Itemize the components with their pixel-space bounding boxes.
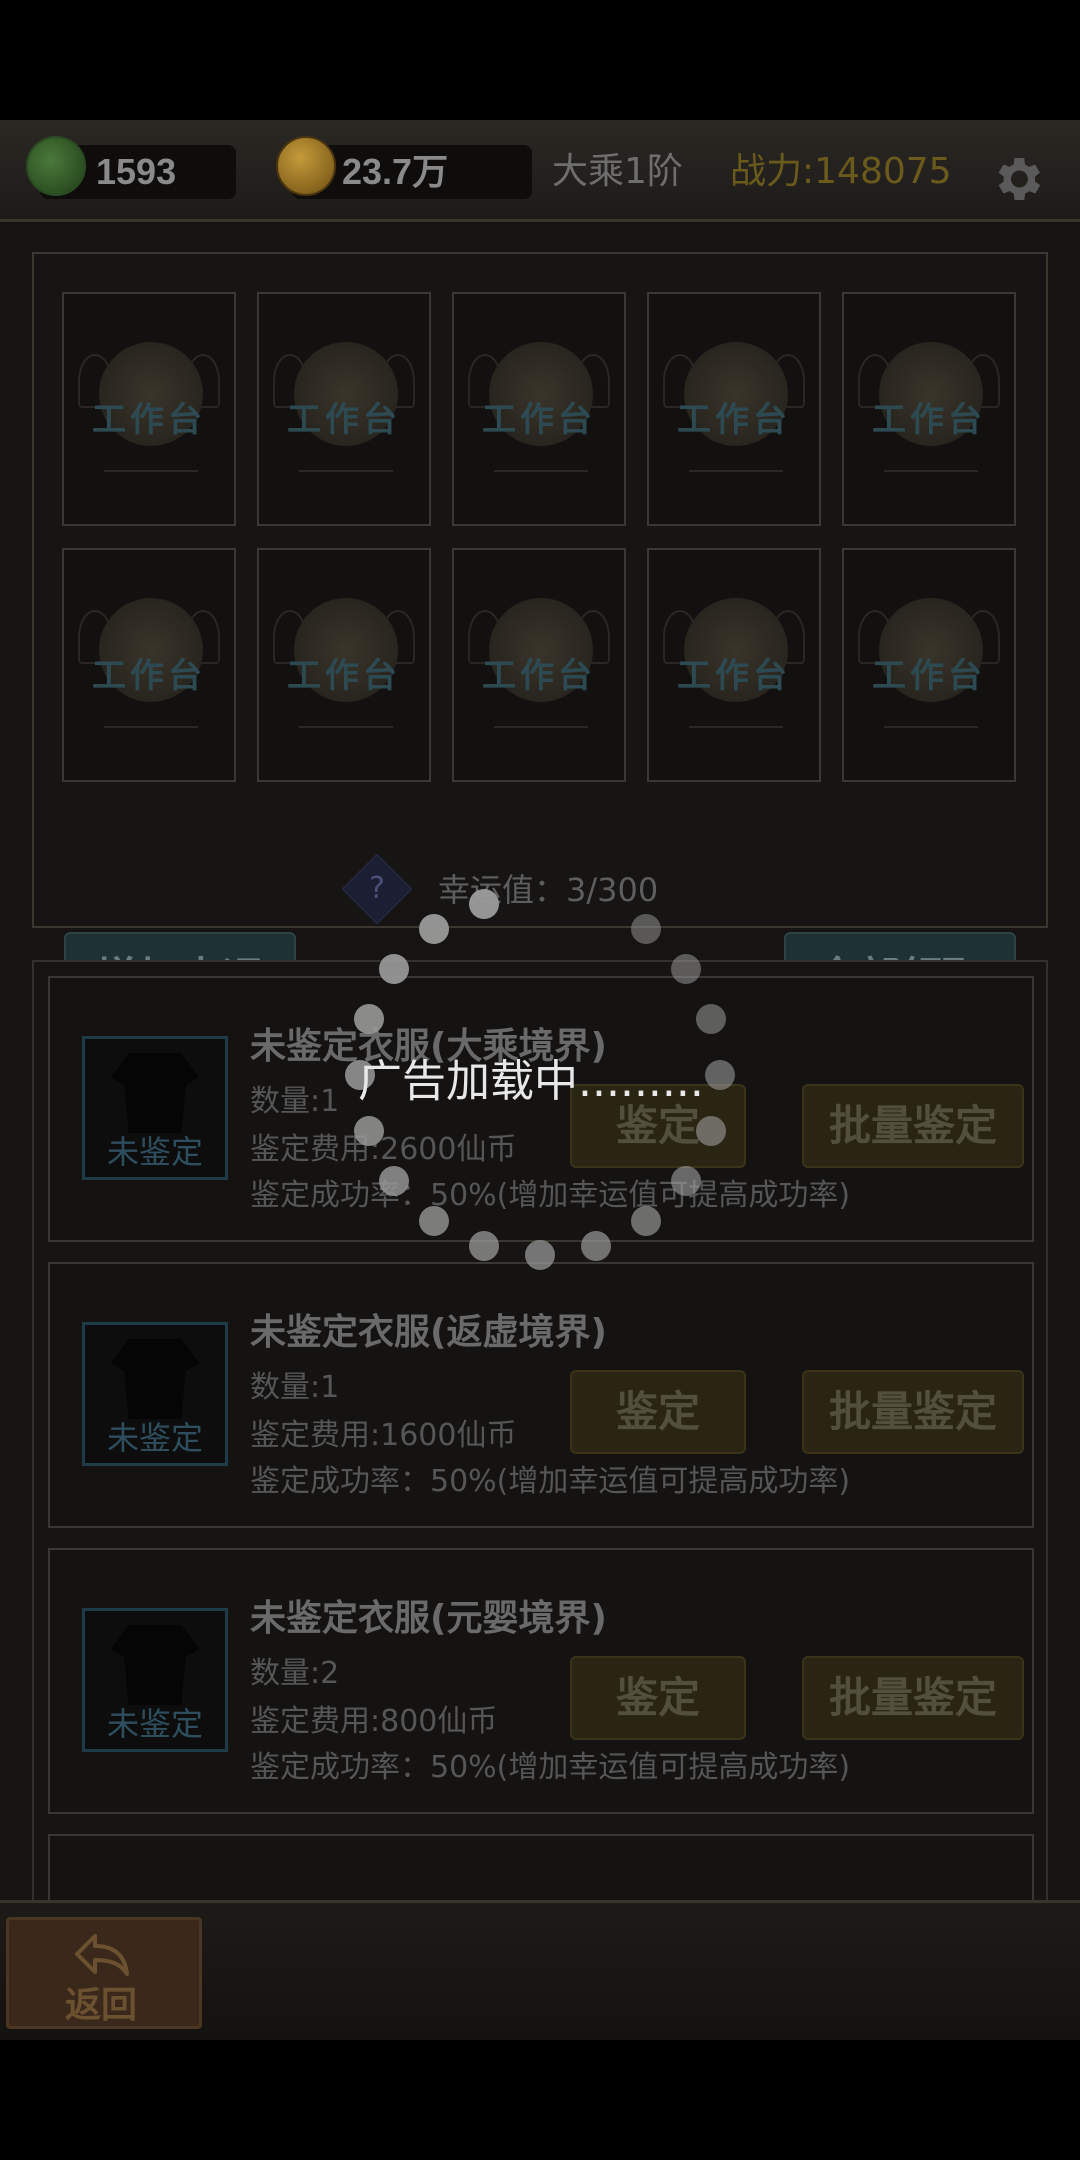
dim-layer [0, 120, 1080, 2040]
game-screen: 1593 23.7万 大乘1阶 战力:148075 工作台 工作台 工作台 工作台 工作… [0, 120, 1080, 2040]
